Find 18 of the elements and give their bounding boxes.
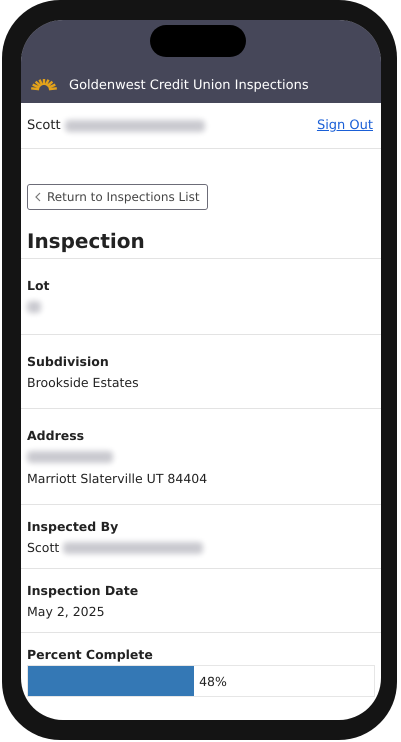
- field-value: Marriott Slaterville UT 84404: [27, 470, 208, 488]
- progress-reading: 48%: [199, 674, 227, 688]
- user-name: Scott: [27, 539, 60, 557]
- page-heading: Inspection: [27, 228, 146, 255]
- field-value: Brookside Estates: [27, 374, 139, 392]
- field-label: Lot: [27, 277, 51, 295]
- chevron-left-icon: [35, 192, 41, 202]
- field-label: Inspected By: [27, 518, 120, 536]
- user-name: Scott: [27, 118, 61, 133]
- back-button[interactable]: Return to Inspections List: [27, 184, 208, 210]
- field-label: Address: [27, 427, 86, 445]
- sunburst-logo-icon: [29, 76, 59, 91]
- field-label: Percent Complete: [27, 646, 154, 664]
- field-value: May 2, 2025: [27, 603, 105, 621]
- field-label: Subdivision: [27, 353, 110, 371]
- app-title: Goldenwest Credit Union Inspections: [69, 78, 309, 93]
- field-label: Inspection Date: [27, 582, 140, 600]
- sign-out-link[interactable]: Sign Out: [316, 118, 373, 133]
